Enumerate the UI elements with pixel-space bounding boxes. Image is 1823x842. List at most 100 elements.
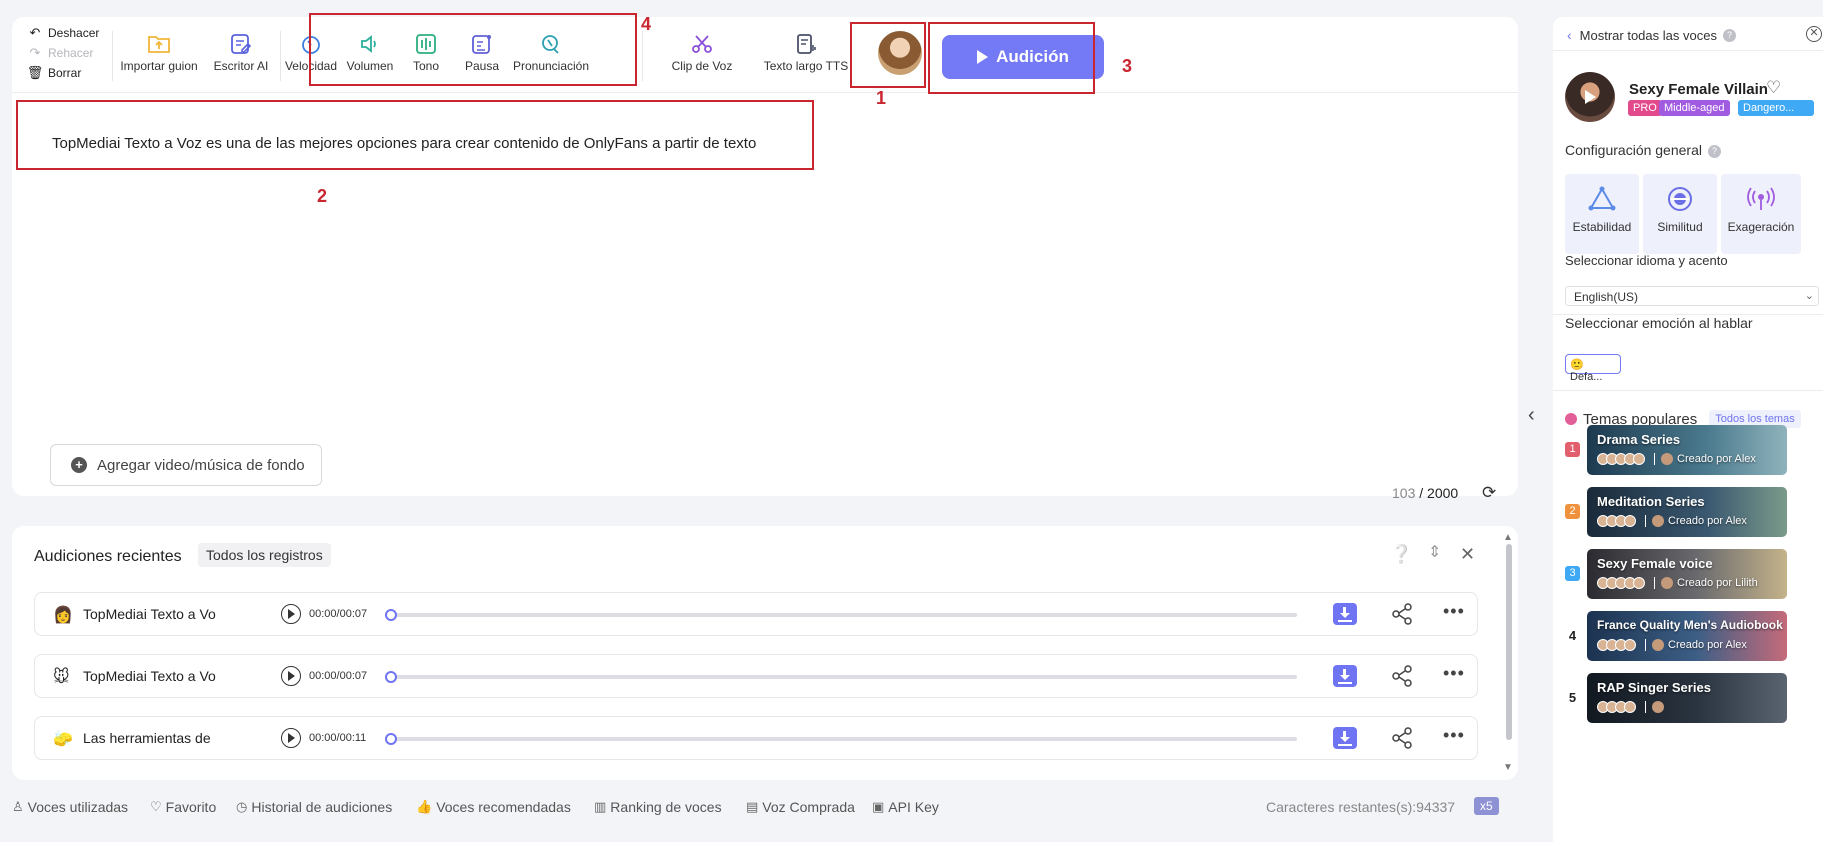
favorite-link[interactable]: ♡ Favorito <box>150 799 216 815</box>
audition-time: 00:00/00:07 <box>309 608 368 620</box>
topic-rank: 4 <box>1568 628 1577 643</box>
close-icon[interactable]: ✕ <box>1460 544 1475 565</box>
play-icon[interactable] <box>281 666 301 686</box>
import-script-button[interactable]: Importar guion <box>112 33 206 73</box>
language-label: Seleccionar idioma y acento <box>1565 253 1728 268</box>
voice-avatars <box>1597 515 1636 527</box>
style-badge: Dangero... <box>1738 100 1814 116</box>
download-icon[interactable] <box>1333 603 1357 625</box>
recent-auditions-panel: Audiciones recientes Todos los registros… <box>12 526 1518 780</box>
recent-auditions-title: Audiciones recientes <box>34 548 182 565</box>
all-records-button[interactable]: Todos los registros <box>198 543 331 567</box>
similarity-setting[interactable]: Similitud <box>1643 174 1717 254</box>
recent-audition-row[interactable]: 🧽 Las herramientas de 00:00/00:11 ••• <box>34 716 1478 760</box>
emotion-select[interactable]: 🙂Defa... <box>1565 354 1621 383</box>
scroll-down-icon[interactable]: ▼ <box>1503 762 1513 773</box>
ai-writer-button[interactable]: Escritor AI <box>202 33 280 73</box>
voice-avatar[interactable] <box>1565 72 1615 122</box>
progress-track[interactable] <box>391 737 1297 741</box>
undo-icon: ↶ <box>29 25 41 40</box>
used-voices-link[interactable]: ♙ Voces utilizadas <box>12 799 128 815</box>
character-counter: 103 / 2000 <box>1392 485 1459 501</box>
creator-avatar <box>1652 515 1664 527</box>
voice-name: Sexy Female Villain <box>1629 81 1768 98</box>
chevron-left-icon: ‹ <box>1567 27 1572 43</box>
collapse-panel-icon[interactable]: ‹ <box>1528 404 1535 427</box>
heart-icon: ♡ <box>150 799 162 814</box>
topic-title: France Quality Men's Audiobook <box>1597 618 1783 632</box>
api-key-link[interactable]: ▣ API Key <box>872 799 939 815</box>
scroll-up-icon[interactable]: ▲ <box>1503 532 1513 543</box>
download-icon[interactable] <box>1333 665 1357 687</box>
voice-avatar-icon: 🐭 <box>53 669 70 686</box>
voice-avatar-icon: 👩 <box>53 607 73 624</box>
voice-ranking-link[interactable]: ▥ Ranking de voces <box>594 799 722 815</box>
recent-audition-row[interactable]: 🐭 TopMediai Texto a Vo 00:00/00:07 ••• <box>34 654 1478 698</box>
creator-avatar <box>1661 453 1673 465</box>
topic-title: Meditation Series <box>1597 494 1705 509</box>
topic-card[interactable]: France Quality Men's Audiobook Creado po… <box>1587 611 1787 661</box>
long-text-tts-button[interactable]: Texto largo TTS <box>758 33 854 73</box>
annotation-number: 4 <box>641 14 652 34</box>
footer-bar: ♙ Voces utilizadas ♡ Favorito ◷ Historial d… <box>12 797 1518 821</box>
api-icon: ▣ <box>872 799 885 814</box>
audition-time: 00:00/00:07 <box>309 670 368 682</box>
pro-badge: PRO <box>1628 100 1662 116</box>
voice-avatars <box>1597 453 1645 465</box>
annotation-box-4 <box>309 13 637 86</box>
topic-card[interactable]: Sexy Female voice Creado por Lilith <box>1587 549 1787 599</box>
voice-avatars <box>1597 577 1645 589</box>
exaggeration-setting[interactable]: Exageración <box>1721 174 1801 254</box>
undo-button[interactable]: ↶ Deshacer <box>26 23 126 43</box>
help-icon[interactable]: ❔ <box>1390 544 1412 565</box>
progress-handle[interactable] <box>385 671 397 683</box>
progress-track[interactable] <box>391 675 1297 679</box>
ranking-icon: ▥ <box>594 799 607 814</box>
topic-card[interactable]: Meditation Series Creado por Alex <box>1587 487 1787 537</box>
folder-upload-icon <box>148 36 170 53</box>
history-icon: ◷ <box>236 799 248 814</box>
refresh-icon[interactable]: ⟳ <box>1482 483 1496 503</box>
creator-avatar <box>1652 701 1664 713</box>
share-icon[interactable] <box>1391 665 1413 687</box>
close-icon[interactable]: ✕ <box>1806 26 1822 42</box>
audition-name: TopMediai Texto a Vo <box>83 668 216 684</box>
progress-handle[interactable] <box>385 733 397 745</box>
more-options-icon[interactable]: ••• <box>1443 725 1465 746</box>
triangle-icon <box>1588 186 1616 211</box>
voice-clip-button[interactable]: Clip de Voz <box>664 33 740 73</box>
more-options-icon[interactable]: ••• <box>1443 601 1465 622</box>
progress-handle[interactable] <box>385 609 397 621</box>
history-link[interactable]: ◷ Historial de audiciones <box>236 799 392 815</box>
stability-setting[interactable]: Estabilidad <box>1565 174 1639 254</box>
recommended-voices-link[interactable]: 👍 Voces recomendadas <box>416 799 571 815</box>
expand-collapse-icon[interactable]: ⇕ <box>1428 542 1441 562</box>
scrollbar[interactable] <box>1506 544 1512 740</box>
voice-settings-panel: ‹ Mostrar todas las voces? ✕ Sexy Female … <box>1553 17 1823 842</box>
divider <box>1553 390 1823 391</box>
download-icon[interactable] <box>1333 727 1357 749</box>
toolbar-divider <box>642 31 643 81</box>
purchased-voice-link[interactable]: ▤ Voz Comprada <box>746 799 855 815</box>
help-icon: ? <box>1707 144 1721 158</box>
emotion-label: Seleccionar emoción al hablar <box>1565 315 1753 331</box>
play-icon[interactable] <box>281 728 301 748</box>
share-icon[interactable] <box>1391 603 1413 625</box>
add-background-button[interactable]: + Agregar video/música de fondo <box>50 444 322 486</box>
share-icon[interactable] <box>1391 727 1413 749</box>
play-icon[interactable] <box>281 604 301 624</box>
recent-audition-row[interactable]: 👩 TopMediai Texto a Vo 00:00/00:07 ••• <box>34 592 1478 636</box>
annotation-box-1 <box>850 22 926 88</box>
voice-avatars <box>1597 639 1636 651</box>
clear-button[interactable]: 🗑 Borrar <box>26 63 126 83</box>
progress-track[interactable] <box>391 613 1297 617</box>
topic-card[interactable]: RAP Singer Series <box>1587 673 1787 723</box>
multiplier-badge: x5 <box>1474 797 1499 815</box>
more-options-icon[interactable]: ••• <box>1443 663 1465 684</box>
topic-card[interactable]: Drama Series Creado por Alex <box>1587 425 1787 475</box>
heart-icon[interactable]: ♡ <box>1766 78 1781 98</box>
language-select[interactable]: English(US) ⌄ <box>1565 286 1819 306</box>
creator-avatar <box>1661 577 1673 589</box>
show-all-voices-button[interactable]: ‹ Mostrar todas las voces? <box>1567 27 1736 43</box>
redo-button[interactable]: ↷ Rehacer <box>26 43 126 63</box>
